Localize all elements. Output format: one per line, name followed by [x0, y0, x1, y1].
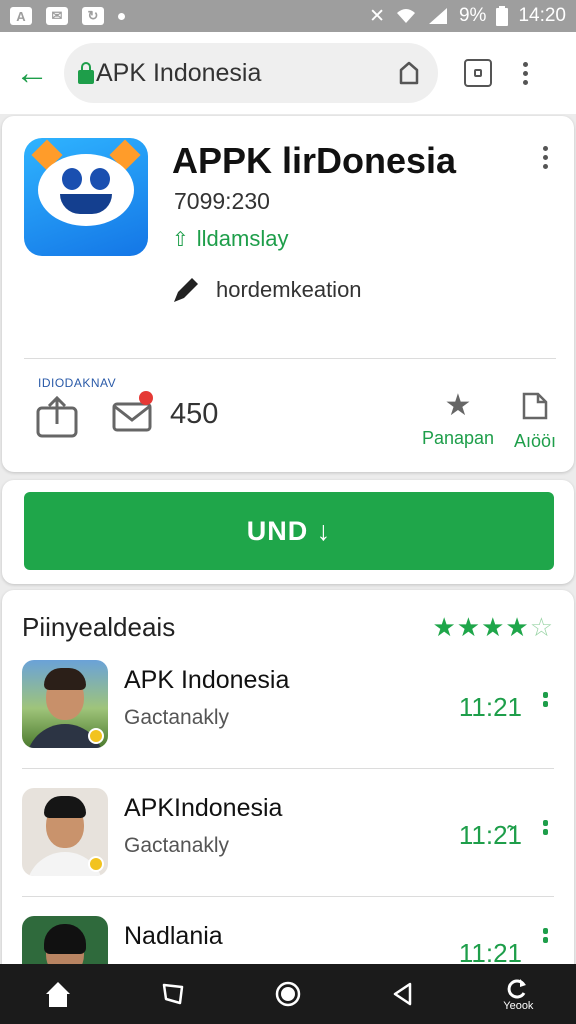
- url-text[interactable]: APK Indonesia: [96, 59, 396, 88]
- share-icon[interactable]: [396, 60, 422, 86]
- review-menu-icon[interactable]: [543, 692, 548, 707]
- app-header-card: IDIODAKNAV APPK lirDonesia 7099:230 ⇧ ll…: [2, 116, 574, 472]
- battery-percent: 9%: [458, 5, 487, 26]
- lock-icon: [78, 62, 94, 84]
- verified-mail-icon: [112, 391, 153, 432]
- rating-stars: ★★★★☆: [432, 612, 554, 642]
- tab-switcher-icon[interactable]: [464, 59, 492, 87]
- home-button[interactable]: [28, 966, 88, 1022]
- app-stats-row: 450 ★ Panapan Aıööı: [34, 390, 556, 460]
- review-author: APKIndonesia: [124, 794, 283, 822]
- wifi-icon: [396, 9, 415, 23]
- rate-button[interactable]: ★ Panapan: [420, 390, 496, 449]
- overview-button[interactable]: [143, 966, 203, 1022]
- avatar: [22, 788, 108, 876]
- review-author: APK Indonesia: [124, 666, 290, 694]
- signal-icon: [428, 8, 447, 24]
- browser-menu-icon[interactable]: [518, 61, 532, 85]
- square-icon: [162, 983, 184, 1005]
- app-menu-icon[interactable]: [543, 146, 548, 169]
- triangle-back-icon: [393, 982, 412, 1006]
- notification-app-icon: ↻: [82, 7, 104, 25]
- app-logo-icon: [24, 138, 148, 256]
- install-card: UND ↓: [2, 480, 574, 584]
- notification-mail-icon: ✉: [46, 7, 68, 25]
- developer-link[interactable]: ⇧ lldamslay: [172, 226, 288, 252]
- add-label: Aıööı: [513, 431, 557, 451]
- app-icon-caption: IDIODAKNAV: [38, 376, 117, 390]
- download-count: 450: [170, 398, 219, 430]
- bluetooth-off-icon: ✕: [369, 5, 385, 27]
- rate-label: Panapan: [421, 428, 495, 448]
- battery-icon: [496, 6, 509, 26]
- developer-name: lldamslay: [196, 226, 289, 251]
- divider: [22, 896, 554, 897]
- pen-icon: [174, 278, 198, 302]
- category-label: hordemkeation: [216, 277, 362, 302]
- status-bar: A ✉ ↻ ✕ 9% 14:20: [0, 0, 576, 32]
- review-menu-icon[interactable]: [543, 820, 548, 835]
- reviews-title: Piinyealdeais: [22, 612, 176, 642]
- developer-icon: ⇧: [172, 228, 189, 251]
- add-button[interactable]: Aıööı: [510, 390, 560, 452]
- divider: [24, 358, 556, 359]
- category-row: hordemkeation: [170, 274, 362, 306]
- download-box-icon[interactable]: [34, 394, 80, 438]
- assistant-button[interactable]: [258, 966, 318, 1022]
- review-item[interactable]: APK Indonesia Gactanakly 11:21: [2, 660, 574, 784]
- clock: 14:20: [518, 5, 566, 26]
- notification-dot-icon: [118, 12, 125, 20]
- verified-badge-icon: [88, 728, 104, 744]
- review-subtitle: Gactanakly: [124, 706, 230, 729]
- review-menu-icon[interactable]: [543, 928, 548, 943]
- notification-a-icon: A: [10, 7, 32, 25]
- home-icon: [45, 982, 70, 1007]
- review-author: Nadlania: [124, 922, 223, 950]
- back-button[interactable]: [373, 966, 433, 1022]
- verified-badge-icon: [88, 856, 104, 872]
- review-time: 11:21: [458, 692, 522, 722]
- url-bar[interactable]: APK Indonesia: [64, 43, 438, 103]
- review-subtitle: Gactanakly: [124, 834, 230, 857]
- browser-toolbar: ← APK Indonesia: [0, 32, 576, 114]
- star-icon: ★: [444, 389, 472, 422]
- circle-icon: [275, 981, 301, 1007]
- system-nav-bar: Yeook: [0, 964, 576, 1024]
- divider: [22, 768, 554, 769]
- extra-nav-button[interactable]: Yeook: [488, 966, 548, 1022]
- reviews-card: Piinyealdeais ★★★★☆ APK Indonesia Gactan…: [2, 590, 574, 1004]
- app-title: APPK lirDonesia: [172, 140, 457, 181]
- add-file-icon: [522, 392, 548, 420]
- back-arrow-icon[interactable]: ←: [0, 41, 64, 105]
- review-time: 11:2̃1: [458, 820, 522, 850]
- refresh-icon: [507, 978, 527, 998]
- review-item[interactable]: APKIndonesia Gactanakly 11:2̃1: [2, 788, 574, 912]
- avatar: [22, 660, 108, 748]
- install-button[interactable]: UND ↓: [24, 492, 554, 570]
- extra-nav-label: Yeook: [503, 999, 534, 1012]
- app-version: 7099:230: [174, 188, 270, 214]
